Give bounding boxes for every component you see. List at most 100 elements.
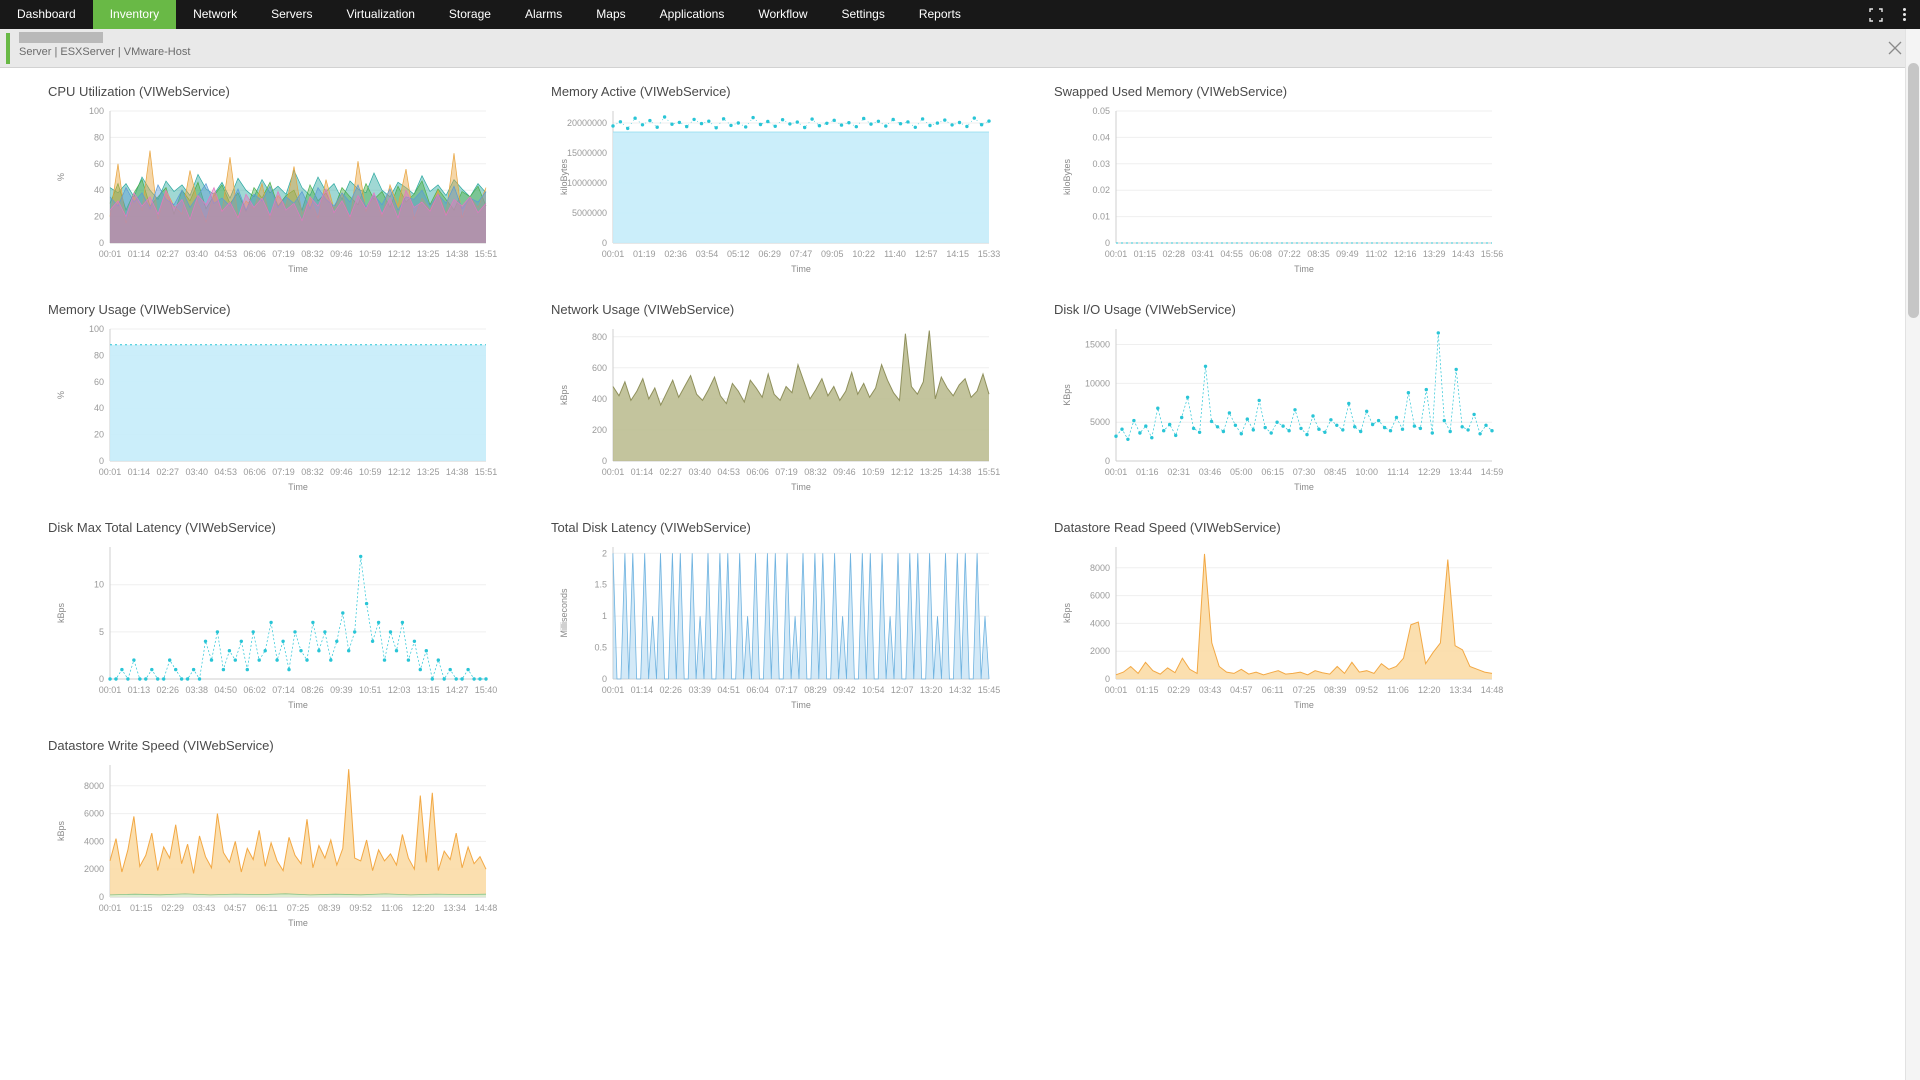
svg-text:00:01: 00:01	[602, 249, 625, 259]
svg-text:06:06: 06:06	[243, 249, 266, 259]
chart-title: Memory Usage (VIWebService)	[48, 302, 551, 317]
svg-text:01:14: 01:14	[128, 467, 151, 477]
svg-text:Time: Time	[791, 700, 811, 710]
svg-text:08:32: 08:32	[301, 467, 324, 477]
nav-item-applications[interactable]: Applications	[643, 0, 742, 29]
svg-text:0: 0	[1105, 456, 1110, 466]
nav-item-settings[interactable]: Settings	[824, 0, 901, 29]
nav-item-storage[interactable]: Storage	[432, 0, 508, 29]
nav-item-maps[interactable]: Maps	[579, 0, 642, 29]
svg-text:15:40: 15:40	[475, 685, 498, 695]
svg-text:11:06: 11:06	[381, 903, 403, 913]
kebab-menu-icon[interactable]	[1899, 6, 1910, 23]
nav-item-inventory[interactable]: Inventory	[93, 0, 176, 29]
svg-text:04:50: 04:50	[214, 685, 237, 695]
svg-text:01:19: 01:19	[633, 249, 656, 259]
svg-text:15:51: 15:51	[475, 249, 498, 259]
chart-card: Network Usage (VIWebService)020040060080…	[551, 298, 1054, 502]
svg-text:14:48: 14:48	[1481, 685, 1504, 695]
svg-text:10:59: 10:59	[359, 467, 382, 477]
svg-text:8000: 8000	[1090, 563, 1110, 573]
svg-text:01:15: 01:15	[1136, 685, 1159, 695]
svg-text:00:01: 00:01	[1105, 467, 1128, 477]
svg-text:08:32: 08:32	[804, 467, 827, 477]
svg-text:0.5: 0.5	[594, 643, 607, 653]
svg-text:12:29: 12:29	[1418, 467, 1441, 477]
svg-text:13:34: 13:34	[1449, 685, 1472, 695]
svg-text:40: 40	[94, 403, 104, 413]
chart-canvas: 00.511.52Milliseconds00:0101:1402:2603:3…	[551, 537, 1003, 715]
svg-text:03:38: 03:38	[186, 685, 209, 695]
svg-text:0.05: 0.05	[1092, 106, 1110, 116]
svg-text:01:13: 01:13	[128, 685, 151, 695]
svg-text:15:56: 15:56	[1481, 249, 1504, 259]
svg-text:5000: 5000	[1090, 417, 1110, 427]
scrollbar-thumb[interactable]	[1908, 63, 1919, 318]
nav-item-workflow[interactable]: Workflow	[741, 0, 824, 29]
svg-text:%: %	[56, 391, 66, 399]
svg-text:20: 20	[94, 212, 104, 222]
svg-text:01:14: 01:14	[128, 249, 151, 259]
svg-text:%: %	[56, 173, 66, 181]
svg-text:4000: 4000	[1090, 618, 1110, 628]
chart-title: Disk Max Total Latency (VIWebService)	[48, 520, 551, 535]
svg-text:Time: Time	[1294, 264, 1314, 274]
breadcrumb-accent	[6, 33, 10, 64]
svg-text:14:59: 14:59	[1481, 467, 1504, 477]
svg-text:0: 0	[602, 456, 607, 466]
chart-canvas: 020406080100%00:0101:1402:2703:4004:5306…	[48, 319, 500, 497]
chart-card: Swapped Used Memory (VIWebService)00.010…	[1054, 80, 1557, 284]
chart-title: Memory Active (VIWebService)	[551, 84, 1054, 99]
svg-text:20000000: 20000000	[567, 118, 607, 128]
svg-text:01:14: 01:14	[631, 467, 654, 477]
svg-text:100: 100	[89, 106, 104, 116]
svg-text:60: 60	[94, 159, 104, 169]
chart-title: Datastore Read Speed (VIWebService)	[1054, 520, 1557, 535]
svg-text:60: 60	[94, 377, 104, 387]
svg-text:08:32: 08:32	[301, 249, 324, 259]
svg-text:Time: Time	[1294, 482, 1314, 492]
chart-title: Total Disk Latency (VIWebService)	[551, 520, 1054, 535]
svg-text:03:40: 03:40	[186, 249, 209, 259]
nav-item-alarms[interactable]: Alarms	[508, 0, 579, 29]
svg-text:14:48: 14:48	[475, 903, 498, 913]
svg-text:0: 0	[99, 238, 104, 248]
nav-item-servers[interactable]: Servers	[254, 0, 329, 29]
svg-text:400: 400	[592, 394, 607, 404]
chart-canvas: 02000400060008000kBps00:0101:1502:2903:4…	[1054, 537, 1506, 715]
chart-canvas: 02000400060008000kBps00:0101:1502:2903:4…	[48, 755, 500, 933]
svg-text:02:28: 02:28	[1163, 249, 1186, 259]
nav-item-reports[interactable]: Reports	[902, 0, 978, 29]
svg-text:08:45: 08:45	[1324, 467, 1347, 477]
nav-item-dashboard[interactable]: Dashboard	[0, 0, 93, 29]
svg-text:03:41: 03:41	[1192, 249, 1215, 259]
svg-text:12:57: 12:57	[915, 249, 938, 259]
fullscreen-exit-icon[interactable]	[1867, 6, 1885, 24]
svg-text:Time: Time	[1294, 700, 1314, 710]
svg-text:1.5: 1.5	[594, 580, 607, 590]
breadcrumb: Server | ESXServer | VMware-Host	[19, 46, 190, 58]
svg-text:2000: 2000	[1090, 646, 1110, 656]
svg-text:1: 1	[602, 611, 607, 621]
svg-text:kiloBytes: kiloBytes	[559, 158, 569, 195]
chart-card: Datastore Read Speed (VIWebService)02000…	[1054, 516, 1557, 720]
nav-item-virtualization[interactable]: Virtualization	[329, 0, 431, 29]
svg-text:13:25: 13:25	[417, 249, 440, 259]
svg-text:15000: 15000	[1085, 340, 1110, 350]
charts-grid: CPU Utilization (VIWebService)0204060801…	[48, 80, 1920, 938]
top-navigation: DashboardInventoryNetworkServersVirtuali…	[0, 0, 1920, 29]
svg-text:4000: 4000	[84, 836, 104, 846]
svg-text:04:53: 04:53	[214, 467, 237, 477]
svg-text:80: 80	[94, 132, 104, 142]
svg-text:10:54: 10:54	[862, 685, 885, 695]
svg-text:06:04: 06:04	[746, 685, 769, 695]
svg-text:09:39: 09:39	[330, 685, 353, 695]
close-button[interactable]	[1884, 37, 1906, 59]
svg-text:03:43: 03:43	[193, 903, 216, 913]
svg-text:02:31: 02:31	[1167, 467, 1190, 477]
svg-text:kiloBytes: kiloBytes	[1062, 158, 1072, 195]
nav-item-network[interactable]: Network	[176, 0, 254, 29]
svg-text:5: 5	[99, 627, 104, 637]
breadcrumb-wrap: Server | ESXServer | VMware-Host	[19, 29, 190, 58]
svg-text:00:01: 00:01	[1105, 685, 1128, 695]
